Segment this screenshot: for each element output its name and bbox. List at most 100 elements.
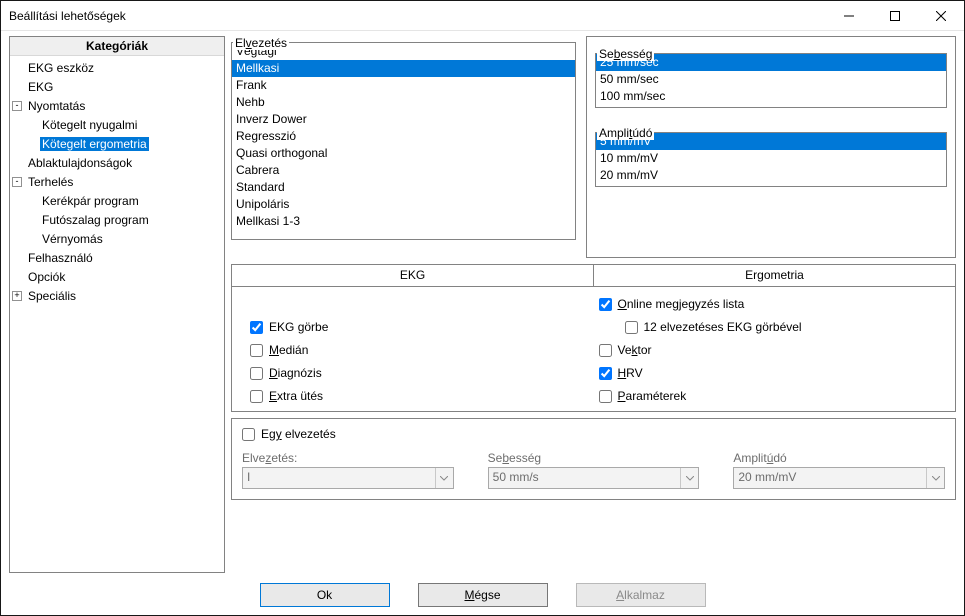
check-hrv[interactable]: HRV [599, 366, 938, 380]
speed-amp-panel: Sebesség 25 mm/sec50 mm/sec100 mm/sec Am… [586, 36, 956, 258]
list-item[interactable]: Mellkasi [232, 60, 575, 77]
single-lead-row: Elvezetés: I Sebesség 50 mm/s [242, 451, 945, 489]
check-median-label: Medián [269, 343, 308, 357]
single-lead-lead-label: Elvezetés: [242, 451, 454, 465]
list-item[interactable]: 100 mm/sec [596, 88, 946, 105]
check-diagnosis[interactable]: Diagnózis [250, 366, 589, 380]
check-ekg-curve-label: EKG görbe [269, 320, 328, 334]
speed-listbox[interactable]: 25 mm/sec50 mm/sec100 mm/sec [595, 53, 947, 108]
tab-ergometria[interactable]: Ergometria [593, 265, 955, 287]
tree-item[interactable]: + Speciális [12, 286, 222, 305]
minimize-icon [844, 11, 854, 21]
apply-button[interactable]: Alkalmaz [576, 583, 706, 607]
list-item[interactable]: Mellkasi 1-3 [232, 213, 575, 230]
single-lead-lead: Elvezetés: I [242, 451, 454, 489]
check-parameters[interactable]: Paraméterek [599, 389, 938, 403]
tree-item-label: EKG [26, 80, 55, 94]
check-extra-beat[interactable]: Extra ütés [250, 389, 589, 403]
check-12-lead-curve[interactable]: 12 elvezetéses EKG görbével [599, 320, 938, 334]
check-vector-label: Vektor [618, 343, 652, 357]
ok-button[interactable]: Ok [260, 583, 390, 607]
single-lead-speed: Sebesség 50 mm/s [488, 451, 700, 489]
tree-collapse-icon[interactable]: - [12, 101, 22, 111]
leads-legend: Elvezetés [233, 36, 289, 50]
amplitude-legend: Amplitúdó [597, 126, 654, 140]
right-column: Elvezetés VégtagiMellkasiFrankNehbInverz… [231, 36, 956, 573]
tree-item[interactable]: Kerékpár program [12, 191, 222, 210]
single-lead-speed-value: 50 mm/s [489, 468, 681, 488]
single-lead-speed-combo[interactable]: 50 mm/s [488, 467, 700, 489]
tree-item[interactable]: EKG eszköz [12, 58, 222, 77]
chevron-down-icon [926, 468, 944, 488]
tree-item-label: Kerékpár program [40, 194, 141, 208]
tree-item-label: Kötegelt ergometria [40, 137, 149, 151]
tree-item-label: Opciók [26, 270, 67, 284]
list-item[interactable]: Quasi orthogonal [232, 145, 575, 162]
tab-ekg[interactable]: EKG [232, 265, 593, 287]
list-item[interactable]: 10 mm/mV [596, 150, 946, 167]
close-button[interactable] [918, 1, 964, 31]
check-12-lead-curve-label: 12 elvezetéses EKG görbével [644, 320, 802, 334]
tree-item-label: Nyomtatás [26, 99, 87, 113]
tree-item[interactable]: Felhasználó [12, 248, 222, 267]
speed-group: Sebesség 25 mm/sec50 mm/sec100 mm/sec [595, 47, 947, 108]
amplitude-group: Amplitúdó 5 mm/mV10 mm/mV20 mm/mV [595, 126, 947, 187]
check-extra-beat-label: Extra ütés [269, 389, 323, 403]
tree-item[interactable]: Opciók [12, 267, 222, 286]
list-item[interactable]: Regresszió [232, 128, 575, 145]
tree-collapse-icon[interactable]: - [12, 177, 22, 187]
tree-expand-icon[interactable]: + [12, 291, 22, 301]
single-lead-amp-combo[interactable]: 20 mm/mV [733, 467, 945, 489]
leads-listbox[interactable]: VégtagiMellkasiFrankNehbInverz DowerRegr… [231, 42, 576, 240]
cancel-button[interactable]: Mégse [418, 583, 548, 607]
single-lead-panel: Egy elvezetés Elvezetés: I Sebesség [231, 418, 956, 500]
tree-item-label: Speciális [26, 289, 78, 303]
amplitude-listbox[interactable]: 5 mm/mV10 mm/mV20 mm/mV [595, 132, 947, 187]
tree-item[interactable]: Ablaktulajdonságok [12, 153, 222, 172]
check-ekg-curve[interactable]: EKG görbe [250, 320, 589, 334]
titlebar: Beállítási lehetőségek [1, 1, 964, 31]
tree-item[interactable]: EKG [12, 77, 222, 96]
report-options-panel: EKG Ergometria Online megjegyzés lista E… [231, 264, 956, 412]
tree-item-label: Terhelés [26, 175, 75, 189]
list-item[interactable]: Inverz Dower [232, 111, 575, 128]
list-item[interactable]: Unipoláris [232, 196, 575, 213]
list-item[interactable]: 50 mm/sec [596, 71, 946, 88]
tree-item-label: EKG eszköz [26, 61, 96, 75]
tree-item[interactable]: Futószalag program [12, 210, 222, 229]
maximize-button[interactable] [872, 1, 918, 31]
chevron-down-icon [680, 468, 698, 488]
maximize-icon [890, 11, 900, 21]
tree-header: Kategóriák [10, 37, 224, 56]
tree-item[interactable]: -Terhelés [12, 172, 222, 191]
list-item[interactable]: 20 mm/mV [596, 167, 946, 184]
list-item[interactable]: Standard [232, 179, 575, 196]
tree-item-label: Kötegelt nyugalmi [40, 118, 139, 132]
check-online-notes[interactable]: Online megjegyzés lista [599, 297, 938, 311]
tree-item[interactable]: -Nyomtatás [12, 96, 222, 115]
check-online-notes-label: Online megjegyzés lista [618, 297, 745, 311]
single-lead-amp-label: Amplitúdó [733, 451, 945, 465]
main-row: Kategóriák EKG eszközEKG-NyomtatásKötege… [9, 36, 956, 573]
tab-row: EKG Ergometria [232, 265, 955, 287]
single-lead-amp-value: 20 mm/mV [734, 468, 926, 488]
top-block: Elvezetés VégtagiMellkasiFrankNehbInverz… [231, 36, 956, 258]
leads-group: Elvezetés VégtagiMellkasiFrankNehbInverz… [231, 36, 576, 258]
minimize-button[interactable] [826, 1, 872, 31]
list-item[interactable]: Cabrera [232, 162, 575, 179]
tree-body[interactable]: EKG eszközEKG-NyomtatásKötegelt nyugalmi… [10, 56, 224, 572]
check-vector[interactable]: Vektor [599, 343, 938, 357]
single-lead-lead-value: I [243, 468, 435, 488]
checks-grid: Online megjegyzés lista EKG görbe 12 elv… [232, 287, 955, 403]
check-median[interactable]: Medián [250, 343, 589, 357]
tree-item[interactable]: Vérnyomás [12, 229, 222, 248]
list-item[interactable]: Nehb [232, 94, 575, 111]
check-single-lead[interactable]: Egy elvezetés [242, 427, 945, 441]
check-diagnosis-label: Diagnózis [269, 366, 322, 380]
tree-item-label: Vérnyomás [40, 232, 105, 246]
tree-item[interactable]: Kötegelt ergometria [12, 134, 222, 153]
single-lead-lead-combo[interactable]: I [242, 467, 454, 489]
list-item[interactable]: Frank [232, 77, 575, 94]
window-title: Beállítási lehetőségek [9, 9, 826, 23]
tree-item[interactable]: Kötegelt nyugalmi [12, 115, 222, 134]
